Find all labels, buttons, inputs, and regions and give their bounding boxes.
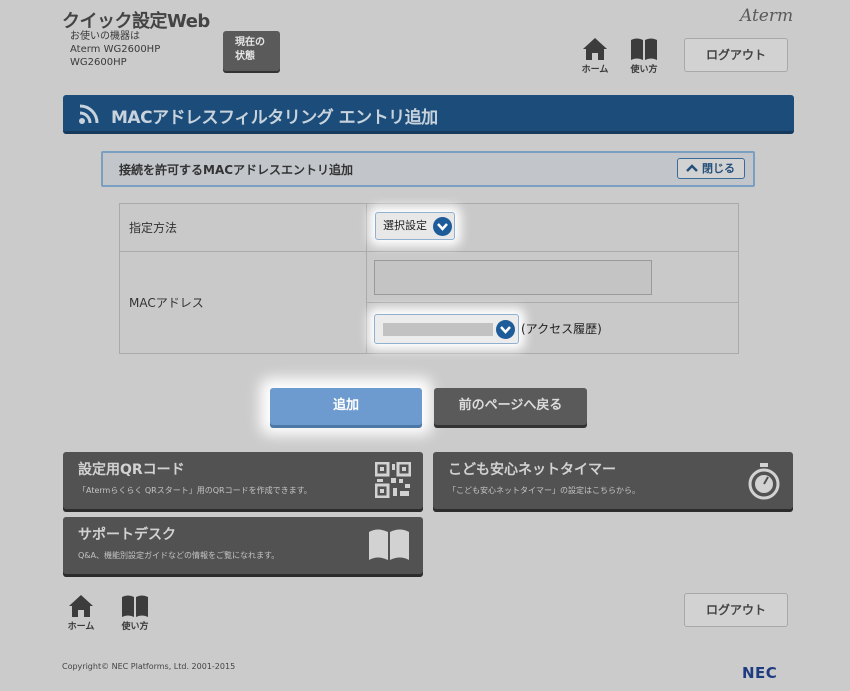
mac-label: MACアドレス xyxy=(119,251,367,354)
footer: ホーム 使い方 ログアウト Copyright© NEC Platforms, … xyxy=(0,593,850,691)
device-label: お使いの機器は xyxy=(70,31,140,42)
device-model: WG2600HP xyxy=(70,57,127,68)
manual-nav-button[interactable]: 使い方 xyxy=(624,37,664,77)
page-title: MACアドレスフィルタリング エントリ追加 xyxy=(111,108,438,128)
footer-home-label: ホーム xyxy=(67,622,95,632)
section-header: 接続を許可するMACアドレスエントリ追加 閉じる xyxy=(101,151,755,187)
home-icon xyxy=(69,595,93,617)
kids-timer-card[interactable]: こども安心ネットタイマー 「こども安心ネットタイマー」の設定はこちらから。 xyxy=(433,452,793,509)
current-status-button[interactable]: 現在の 状態 xyxy=(223,31,280,71)
stopwatch-icon xyxy=(748,463,780,500)
footer-logout-button[interactable]: ログアウト xyxy=(684,593,788,627)
history-select-value xyxy=(383,323,493,336)
qr-card-desc: 「Atermらくらく QRスタート」用のQRコードを作成できます。 xyxy=(78,486,312,495)
nec-logo: NEC xyxy=(742,664,778,682)
access-history-select[interactable] xyxy=(374,314,519,344)
support-desk-card[interactable]: サポートデスク Q&A、機能別設定ガイドなどの情報をご覧になれます。 xyxy=(63,517,423,574)
timer-card-title: こども安心ネットタイマー xyxy=(448,462,616,478)
status-button-line1: 現在の xyxy=(235,37,265,48)
access-history-label: (アクセス履歴) xyxy=(521,322,602,336)
device-name: Aterm WG2600HP xyxy=(70,44,161,55)
wireless-icon xyxy=(79,104,99,124)
footer-manual-label: 使い方 xyxy=(121,622,149,632)
support-card-desc: Q&A、機能別設定ガイドなどの情報をご覧になれます。 xyxy=(78,551,280,560)
add-button[interactable]: 追加 xyxy=(270,388,422,425)
main-panel: MACアドレスフィルタリング エントリ追加 接続を許可するMACアドレスエントリ… xyxy=(0,78,850,593)
book-icon xyxy=(122,595,148,617)
status-button-line2: 状態 xyxy=(235,51,255,62)
method-label: 指定方法 xyxy=(119,203,367,252)
method-select-value: 選択設定 xyxy=(383,219,427,232)
manual-nav-label: 使い方 xyxy=(630,65,658,75)
chevron-down-icon xyxy=(433,217,452,236)
copyright: Copyright© NEC Platforms, Ltd. 2001-2015 xyxy=(62,662,236,671)
book-icon xyxy=(369,529,409,560)
chevron-down-icon xyxy=(496,320,515,339)
support-card-title: サポートデスク xyxy=(78,527,176,543)
header: クイック設定Web お使いの機器は Aterm WG2600HP WG2600H… xyxy=(0,0,850,78)
home-icon xyxy=(583,38,607,60)
section-title: 接続を許可するMACアドレスエントリ追加 xyxy=(119,163,354,177)
method-select[interactable]: 選択設定 xyxy=(375,212,455,240)
close-section-button[interactable]: 閉じる xyxy=(677,158,745,179)
timer-card-desc: 「こども安心ネットタイマー」の設定はこちらから。 xyxy=(448,486,640,495)
aterm-logo: Aterm xyxy=(740,6,794,26)
home-nav-button[interactable]: ホーム xyxy=(575,37,615,77)
book-icon xyxy=(631,38,657,60)
qr-code-icon xyxy=(375,462,411,498)
qr-card-title: 設定用QRコード xyxy=(78,462,185,478)
chevron-up-icon xyxy=(686,164,698,172)
logout-button[interactable]: ログアウト xyxy=(684,38,788,72)
qr-code-card[interactable]: 設定用QRコード 「Atermらくらく QRスタート」用のQRコードを作成できま… xyxy=(63,452,423,509)
device-info: お使いの機器は Aterm WG2600HP WG2600HP xyxy=(70,30,160,69)
mac-address-input[interactable] xyxy=(374,260,652,295)
footer-manual-button[interactable]: 使い方 xyxy=(115,594,155,634)
footer-home-button[interactable]: ホーム xyxy=(61,594,101,634)
back-button[interactable]: 前のページへ戻る xyxy=(434,388,587,425)
close-label: 閉じる xyxy=(702,162,735,175)
home-nav-label: ホーム xyxy=(581,65,609,75)
page-title-bar: MACアドレスフィルタリング エントリ追加 xyxy=(63,95,794,134)
